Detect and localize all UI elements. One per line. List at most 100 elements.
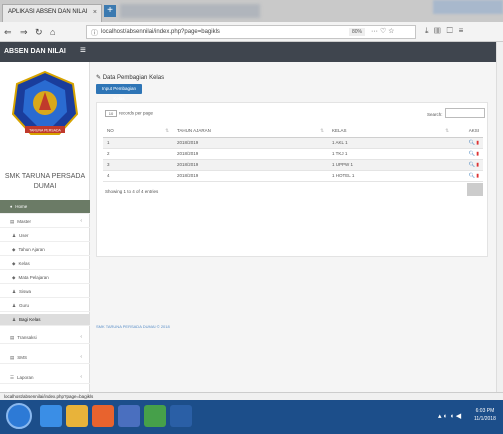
sidebar-item-label: Mata Pelajaran (18, 275, 49, 280)
browser-tab-bar: APLIKASI ABSEN DAN NILAI × + (0, 0, 503, 22)
column-header-no[interactable]: NO ⇅ (103, 125, 173, 138)
new-tab-button[interactable]: + (104, 5, 116, 17)
column-header-kelas[interactable]: KELAS ⇅ (328, 125, 453, 138)
column-header-tahun-ajaran[interactable]: TAHUN AJARAN ⇅ (173, 125, 328, 138)
app-taskbar-icon[interactable] (118, 405, 140, 427)
sidebar-item-label: User (19, 233, 29, 238)
folder-taskbar-icon[interactable] (66, 405, 88, 427)
firefox-taskbar-icon[interactable] (92, 405, 114, 427)
app-brand[interactable]: ABSEN DAN NILAI (4, 48, 66, 55)
chevron-left-icon: ‹ (80, 374, 82, 380)
table-header-row: NO ⇅ TAHUN AJARAN ⇅ KELAS ⇅ AKSI (103, 125, 483, 138)
search-input[interactable] (445, 108, 485, 118)
home-icon: ♦ (10, 204, 13, 209)
page-actions-icon[interactable]: ··· ♡ ☆ (371, 27, 394, 35)
sidebar-item-label: Master (17, 219, 32, 224)
main-content: ✎ Data Pembagian Kelas Input Pembagian K… (90, 62, 496, 392)
sidebar-item-kelas[interactable]: ◆ Kelas (0, 258, 90, 270)
clock[interactable]: 6:03 PM 11/1/2018 (474, 407, 496, 423)
start-button[interactable] (6, 403, 32, 429)
cell-no: 1 (103, 137, 173, 149)
other-tabs (120, 4, 260, 18)
info-icon[interactable]: ⓘ (91, 28, 98, 38)
chevron-left-icon: ‹ (80, 354, 82, 360)
browser-tab[interactable]: APLIKASI ABSEN DAN NILAI × (2, 4, 102, 22)
cell-aksi: 🔍︎ ▮ (453, 137, 483, 149)
system-tray[interactable]: ▴ ◐ ◖ ◀ (438, 412, 461, 420)
sidebar-item-label: SMS (17, 355, 28, 360)
sort-icon: ⇅ (320, 127, 324, 133)
sidebar-item-bagi-kelas[interactable]: ♟ Bagi Kelas (0, 314, 90, 326)
records-per-page: 10 records per page (105, 110, 153, 117)
sidebar-item-label: Guru (19, 303, 30, 308)
pagination[interactable] (467, 183, 483, 196)
sidebar-item-laporan[interactable]: ☰ Laporan ‹ (0, 372, 90, 384)
chevron-left-icon: ‹ (80, 334, 82, 340)
table-row: 1 2018/2019 1 AKL 1 🔍︎ ▮ (103, 137, 483, 149)
sidebar: TARUNA PERSADA SMK TARUNA PERSADA DUMAI … (0, 62, 90, 392)
user-icon: ♟ (12, 289, 17, 294)
sidebar-item-label: Siswa (19, 289, 32, 294)
page-footer: SMK TARUNA PERSADA DUMAI © 2018 (96, 324, 170, 329)
cell-no: 2 (103, 148, 173, 160)
school-name: SMK TARUNA PERSADA DUMAI (0, 172, 90, 192)
home-icon[interactable]: ⌂ (50, 26, 55, 38)
sidebar-item-mata-pelajaran[interactable]: ◆ Mata Pelajaran (0, 272, 90, 284)
sidebar-item-sms[interactable]: ▤ SMS ‹ (0, 352, 90, 364)
sidebar-item-master[interactable]: ▤ Master ‹ (0, 216, 90, 228)
sort-icon: ⇅ (445, 127, 449, 133)
menu-toggle-icon[interactable]: ≡ (80, 46, 86, 56)
sidebar-item-guru[interactable]: ♟ Guru (0, 300, 90, 312)
sidebar-item-label: Laporan (17, 375, 34, 380)
delete-icon[interactable]: ▮ (476, 140, 479, 146)
address-bar[interactable]: ⓘ localhost/absennilai/index.php?page=ba… (86, 25, 416, 39)
table-row: 3 2018/2019 1 UPPW 1 🔍︎ ▮ (103, 159, 483, 171)
cell-tahun-ajaran: 2018/2019 (173, 137, 328, 149)
input-pembagian-kelas-button[interactable]: Input Pembagian Kelas (96, 84, 142, 101)
app-taskbar-icon-2[interactable] (144, 405, 166, 427)
toolbar-icons[interactable]: ⤓▥☐≡ (425, 26, 469, 36)
column-header-aksi[interactable]: AKSI (453, 125, 483, 138)
view-icon[interactable]: 🔍︎ (469, 140, 475, 146)
view-icon[interactable]: 🔍︎ (469, 162, 475, 168)
url-text[interactable]: localhost/absennilai/index.php?page=bagi… (101, 29, 220, 35)
records-per-page-select[interactable]: 10 (105, 110, 117, 117)
cell-kelas: 1 UPPW 1 (328, 159, 453, 171)
browser-nav-bar: ⇐ ⇒ ↻ ⌂ ⓘ localhost/absennilai/index.php… (0, 22, 503, 42)
clock-time: 6:03 PM (475, 408, 495, 414)
sidebar-item-siswa[interactable]: ♟ Siswa (0, 286, 90, 298)
sidebar-item-tahun-ajaran[interactable]: ◆ Tahun Ajaran (0, 244, 90, 256)
diamond-icon: ◆ (12, 247, 16, 252)
table-info: Showing 1 to 4 of 4 entries (105, 189, 159, 194)
delete-icon[interactable]: ▮ (476, 162, 479, 168)
sidebar-item-label: Bagi Kelas (19, 317, 41, 322)
delete-icon[interactable]: ▮ (476, 151, 479, 157)
sidebar-item-home[interactable]: ♦ Home (0, 200, 90, 214)
table-row: 2 2018/2019 1 TKJ 1 🔍︎ ▮ (103, 148, 483, 160)
app-taskbar-icon-3[interactable] (170, 405, 192, 427)
sort-icon: ⇅ (165, 127, 169, 133)
search-label: Search: (427, 112, 443, 117)
zoom-level[interactable]: 80% (349, 28, 366, 36)
reload-icon[interactable]: ↻ (35, 26, 43, 38)
window-controls[interactable] (433, 0, 503, 14)
view-icon[interactable]: 🔍︎ (469, 151, 475, 157)
delete-icon[interactable]: ▮ (476, 173, 479, 179)
cell-tahun-ajaran: 2018/2019 (173, 159, 328, 171)
school-name-line2: DUMAI (33, 183, 57, 190)
cell-no: 3 (103, 159, 173, 171)
sidebar-item-label: Home (15, 204, 28, 209)
view-icon[interactable]: 🔍︎ (469, 173, 475, 179)
sidebar-item-transaksi[interactable]: ▤ Transaksi ‹ (0, 332, 90, 344)
ie-taskbar-icon[interactable] (40, 405, 62, 427)
diamond-icon: ◆ (12, 261, 16, 266)
close-tab-icon[interactable]: × (93, 9, 97, 16)
page-scrollbar[interactable] (496, 42, 503, 392)
forward-icon[interactable]: ⇒ (20, 26, 28, 38)
svg-text:TARUNA PERSADA: TARUNA PERSADA (29, 129, 61, 133)
diamond-icon: ◆ (12, 275, 16, 280)
edit-icon: ✎ (96, 75, 103, 81)
back-icon[interactable]: ⇐ (4, 26, 12, 38)
sidebar-item-user[interactable]: ♟ User (0, 230, 90, 242)
sidebar-item-label: Kelas (18, 261, 30, 266)
